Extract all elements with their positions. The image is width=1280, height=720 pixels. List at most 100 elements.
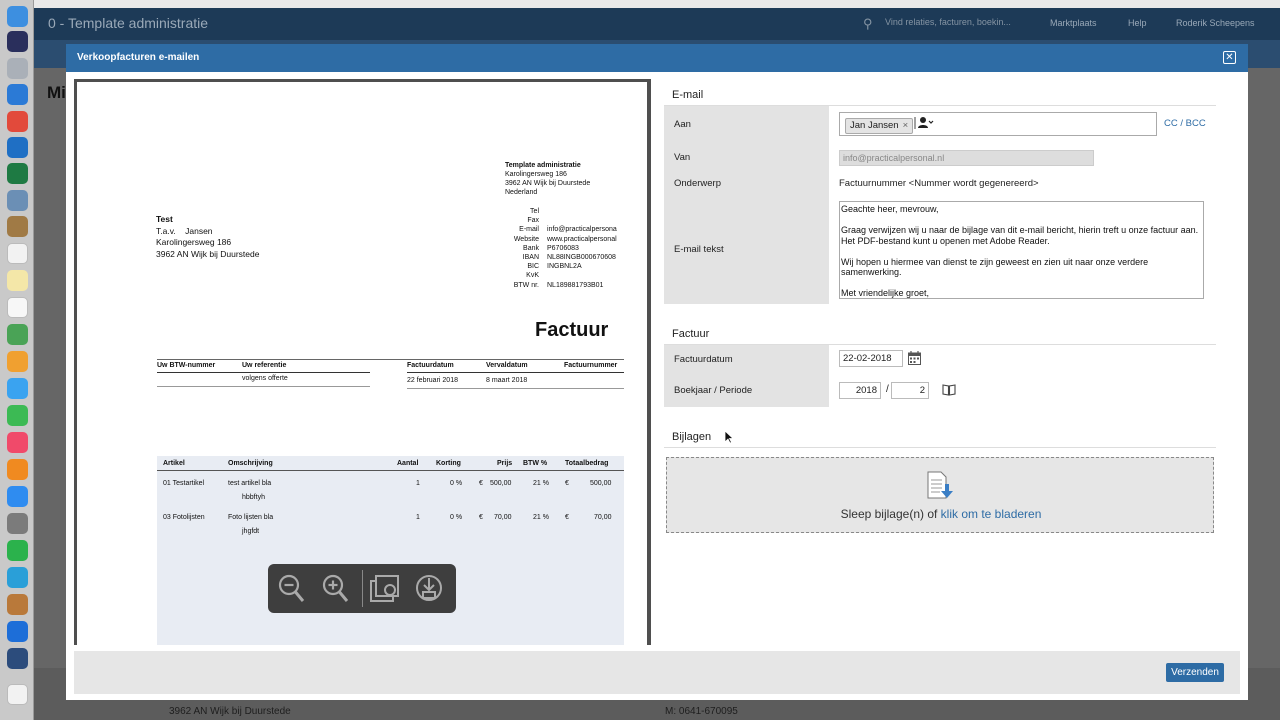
messages-icon[interactable]: [7, 378, 28, 399]
nav-marketplace[interactable]: Marktplaats: [1050, 18, 1097, 28]
dropzone-text: Sleep bijlage(n) of klik om te bladeren: [667, 507, 1215, 521]
nav-user[interactable]: Roderik Scheepens: [1176, 18, 1255, 28]
addressee-block: Test T.a.v. Jansen Karolingersweg 186 39…: [156, 214, 259, 260]
vat-number-label: Uw BTW-nummer: [157, 362, 216, 369]
finder-icon[interactable]: [7, 6, 28, 27]
preview-icon[interactable]: [7, 190, 28, 211]
invoice-date-value: 22 februari 2018: [407, 377, 458, 384]
attachment-dropzone[interactable]: Sleep bijlage(n) of klik om te bladeren: [666, 457, 1214, 533]
subject-value: Factuurnummer <Nummer wordt gegenereerd>: [839, 178, 1039, 189]
detail-value: info@practicalpersona: [547, 226, 617, 234]
invoice-preview-page[interactable]: Template administratie Karolingersweg 18…: [77, 82, 647, 645]
dropzone-instruction: Sleep bijlage(n) of: [840, 507, 941, 521]
system-preferences-icon[interactable]: [7, 513, 28, 534]
photos-icon[interactable]: [7, 351, 28, 372]
invoice-number-label: Factuurnummer: [564, 362, 618, 369]
divider: [157, 386, 370, 387]
sender-country: Nederland: [505, 189, 538, 196]
detail-label: BTW nr.: [513, 281, 539, 289]
launchpad-icon[interactable]: [7, 58, 28, 79]
zoom-in-icon[interactable]: [320, 572, 352, 605]
book-icon[interactable]: [942, 384, 956, 396]
email-label-column: [664, 106, 829, 304]
reference-value: volgens offerte: [242, 375, 288, 382]
calendar-icon[interactable]: [7, 243, 28, 264]
outlook-icon[interactable]: [7, 137, 28, 158]
due-date-label: Vervaldatum: [486, 362, 528, 369]
email-body-textarea[interactable]: Geachte heer, mevrouw, Graag verwijzen w…: [839, 201, 1204, 299]
line-total: 500,00: [590, 480, 612, 487]
modal-title: Verkoopfacturen e-mailen: [77, 52, 200, 63]
send-button[interactable]: Verzenden: [1166, 663, 1224, 682]
column-discount: Korting: [436, 460, 461, 467]
calendar-icon[interactable]: [908, 351, 921, 365]
cc-bcc-separator: /: [1180, 118, 1184, 129]
column-vat: BTW %: [523, 460, 548, 467]
email-section-title: E-mail: [672, 89, 704, 101]
line-description: Foto lijsten bla: [228, 514, 274, 521]
to-label: Aan: [674, 119, 691, 130]
app-store-icon[interactable]: [7, 486, 28, 507]
global-search[interactable]: ⚲ Vind relaties, facturen, boekin...: [859, 14, 1054, 34]
browse-link[interactable]: klik om te bladeren: [941, 507, 1042, 521]
person-add-icon[interactable]: [914, 116, 934, 133]
safari-icon[interactable]: [7, 84, 28, 105]
detail-value: NL189881793B01: [547, 281, 604, 289]
whatsapp-icon[interactable]: [7, 540, 28, 561]
to-recipients-field[interactable]: Jan Jansen ×: [839, 112, 1157, 136]
body-line: [841, 278, 1202, 289]
due-date-value: 8 maart 2018: [486, 377, 528, 384]
quicktime-icon[interactable]: [7, 648, 28, 669]
modal-header: Verkoopfacturen e-mailen ✕: [66, 44, 1248, 72]
footer-address: 3962 AN Wijk bij Duurstede: [169, 706, 291, 717]
search-placeholder: Vind relaties, facturen, boekin...: [885, 17, 1011, 27]
reminders-icon[interactable]: [7, 297, 28, 318]
images-icon[interactable]: [368, 572, 400, 605]
period-input[interactable]: 2: [891, 382, 929, 399]
divider: [157, 470, 624, 471]
contacts-icon[interactable]: [7, 216, 28, 237]
body-line: Wij hopen u hiermee van dienst te zijn g…: [841, 256, 1149, 267]
line-description: test artikel bla: [228, 480, 272, 487]
pdf-viewer-toolbar: [268, 564, 456, 613]
sender-city: 3962 AN Wijk bij Duurstede: [505, 180, 591, 187]
invoice-date-input[interactable]: 22-02-2018: [839, 350, 903, 367]
subject-label: Onderwerp: [674, 178, 721, 189]
from-field[interactable]: info@practicalpersonal.nl: [839, 150, 1094, 166]
music-icon[interactable]: [7, 432, 28, 453]
facetime-icon[interactable]: [7, 405, 28, 426]
books-icon[interactable]: [7, 459, 28, 480]
download-icon[interactable]: [413, 572, 445, 605]
cc-link[interactable]: CC: [1164, 118, 1178, 129]
line-price: 500,00: [490, 480, 512, 487]
sender-name: Template administratie: [505, 162, 581, 169]
footer-phone: M: 0641-670095: [665, 706, 738, 717]
siri-icon[interactable]: [7, 31, 28, 52]
recipient-chip[interactable]: Jan Jansen ×: [845, 118, 914, 134]
excel-icon[interactable]: [7, 163, 28, 184]
zoom-out-icon[interactable]: [276, 572, 308, 605]
detail-label: Fax: [527, 217, 539, 225]
detail-label: BIC: [527, 263, 539, 271]
line-description-extra: jhgfdt: [242, 528, 260, 535]
sender-detail-values: info@practicalpersona www.practicalperso…: [547, 207, 617, 290]
chrome-icon[interactable]: [7, 111, 28, 132]
remove-recipient-icon[interactable]: ×: [903, 120, 909, 131]
fiscal-year-input[interactable]: 2018: [839, 382, 881, 399]
from-label: Van: [674, 152, 691, 163]
invoice-title: Factuur: [535, 319, 609, 341]
notes-icon[interactable]: [7, 270, 28, 291]
telegram-icon[interactable]: [7, 567, 28, 588]
archive-icon[interactable]: [7, 594, 28, 615]
addressee-city: 3962 AN Wijk bij Duurstede: [156, 248, 260, 259]
close-icon[interactable]: ✕: [1223, 51, 1236, 64]
document-icon[interactable]: [7, 684, 28, 705]
app-top-bar: 0 - Template administratie ⚲ Vind relati…: [34, 8, 1280, 40]
column-price: Prijs: [497, 460, 513, 467]
nav-help[interactable]: Help: [1128, 18, 1147, 28]
teamviewer-icon[interactable]: [7, 621, 28, 642]
maps-icon[interactable]: [7, 324, 28, 345]
bcc-link[interactable]: BCC: [1186, 118, 1206, 129]
divider: [157, 372, 370, 373]
company-switcher[interactable]: 0 - Template administratie: [48, 15, 208, 31]
